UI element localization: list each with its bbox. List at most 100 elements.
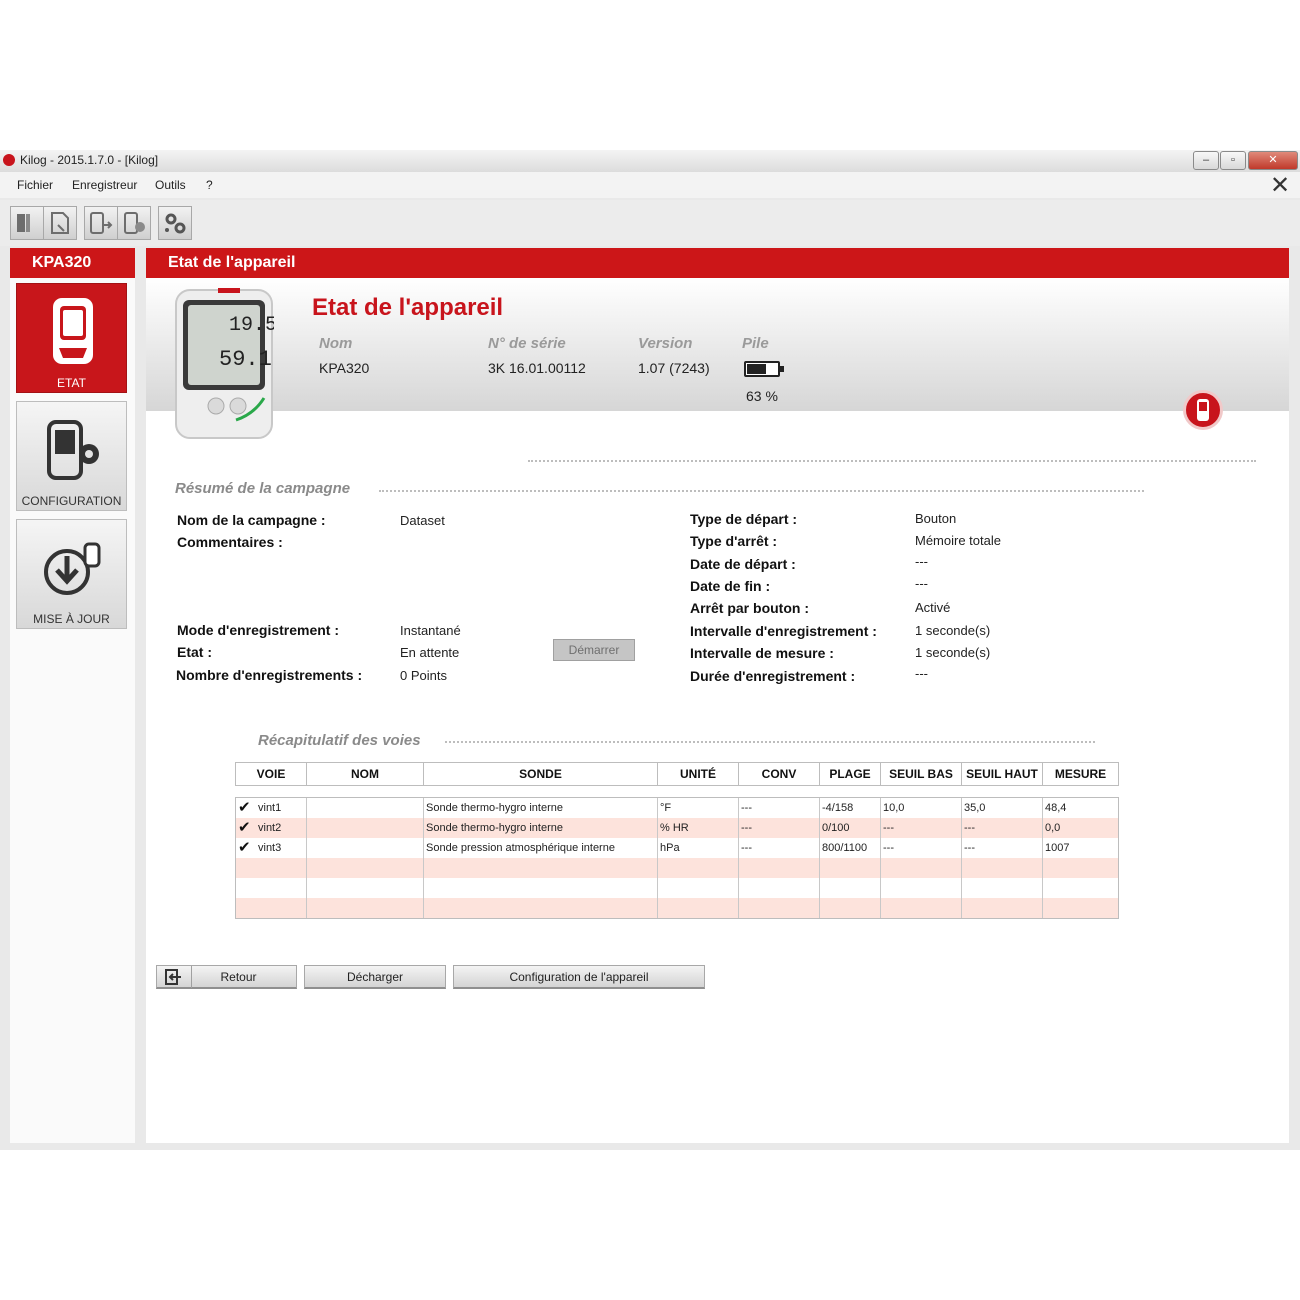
menu-bar: Fichier Enregistreur Outils ?: [0, 172, 1300, 198]
start-date-value: ---: [915, 554, 928, 569]
campaign-name-label: Nom de la campagne :: [177, 512, 326, 528]
table-row[interactable]: ✔ vint2 Sonde thermo-hygro interne % HR -…: [236, 818, 1118, 838]
col-unite[interactable]: UNITÉ: [658, 763, 739, 785]
sidebar-item-configuration[interactable]: CONFIGURATION: [16, 401, 127, 511]
display-top-value: 19.5: [229, 314, 274, 337]
gears-icon: [165, 213, 186, 234]
device-transfer-icon: [90, 212, 113, 234]
cell-plage: -4/158: [820, 798, 881, 818]
toolbar-device-write-button[interactable]: [117, 206, 151, 240]
menu-enregistreur[interactable]: Enregistreur: [72, 178, 137, 192]
decharger-button[interactable]: Décharger: [304, 965, 446, 989]
col-seuil-haut[interactable]: SEUIL HAUT: [962, 763, 1043, 785]
cell-sonde: Sonde thermo-hygro interne: [424, 798, 658, 818]
measure-interval-label: Intervalle de mesure :: [690, 645, 834, 661]
campaign-title: Résumé de la campagne: [175, 480, 351, 497]
device-settings-icon: [124, 212, 145, 234]
cell-nom: [307, 818, 424, 838]
pile-value: 63 %: [746, 388, 778, 404]
duration-value: ---: [915, 666, 928, 681]
sidebar: KPA320 ETAT CONFIGURATION MISE À JOUR: [10, 248, 135, 1143]
cell-unite: hPa: [658, 838, 739, 858]
cell-voie: ✔ vint1: [236, 798, 307, 818]
version-value: 1.07 (7243): [638, 360, 710, 376]
checkmark-icon[interactable]: ✔: [238, 799, 251, 817]
document-icon: [51, 212, 69, 234]
sidebar-item-etat[interactable]: ETAT: [16, 283, 127, 393]
menu-outils[interactable]: Outils: [155, 178, 186, 192]
device-config-button[interactable]: Configuration de l'appareil: [453, 965, 705, 989]
button-stop-label: Arrêt par bouton :: [690, 600, 809, 616]
col-plage[interactable]: PLAGE: [820, 763, 881, 785]
record-interval-value: 1 seconde(s): [915, 623, 991, 638]
display-bottom-value: 59.1: [219, 347, 272, 372]
col-mesure[interactable]: MESURE: [1043, 763, 1118, 785]
cell-mesure: 0,0: [1045, 822, 1061, 834]
cell-unite: % HR: [658, 818, 739, 838]
retour-button[interactable]: Retour: [156, 965, 297, 989]
sidebar-item-label: ETAT: [57, 376, 86, 390]
cell-seuil-bas: 10,0: [881, 798, 962, 818]
toolbar-export-button[interactable]: [43, 206, 77, 240]
cell-unite: °F: [658, 798, 739, 818]
col-sonde[interactable]: SONDE: [424, 763, 658, 785]
cell-nom: [307, 798, 424, 818]
nom-label: Nom: [319, 335, 353, 352]
device-gear-icon: [47, 420, 99, 480]
start-type-label: Type de départ :: [690, 511, 798, 527]
close-window-button[interactable]: ✕: [1248, 151, 1298, 170]
cell-nom: [307, 838, 424, 858]
app-window: Kilog - 2015.1.7.0 - [Kilog] – ▫ ✕ Fichi…: [0, 150, 1300, 1150]
channels-table-header: VOIE NOM SONDE UNITÉ CONV PLAGE SEUIL BA…: [235, 762, 1119, 786]
col-voie[interactable]: VOIE: [236, 763, 307, 785]
record-interval-label: Intervalle d'enregistrement :: [690, 623, 877, 639]
start-date-label: Date de départ :: [690, 556, 796, 572]
table-row[interactable]: ✔ vint3 Sonde pression atmosphérique inte…: [236, 838, 1118, 858]
col-nom[interactable]: NOM: [307, 763, 424, 785]
main-panel: Etat de l'appareil 19.5 59.1 Etat de l'a…: [146, 248, 1289, 1143]
col-seuil-bas[interactable]: SEUIL BAS: [881, 763, 962, 785]
cell-seuil-haut: 35,0: [962, 798, 1043, 818]
empty-row: [236, 878, 1118, 898]
cell-seuil-bas: ---: [881, 818, 962, 838]
etat-label: Etat :: [177, 644, 212, 660]
col-conv[interactable]: CONV: [739, 763, 820, 785]
channels-table-body: ✔ vint1 Sonde thermo-hygro interne °F ---…: [235, 797, 1119, 919]
menu-fichier[interactable]: Fichier: [17, 178, 53, 192]
minimize-button[interactable]: –: [1193, 151, 1219, 170]
button-stop-value: Activé: [915, 600, 951, 615]
cell-seuil-haut: ---: [962, 818, 1043, 838]
checkmark-icon[interactable]: ✔: [238, 839, 251, 857]
etat-value: En attente: [400, 645, 460, 660]
toolbar-device-read-button[interactable]: [84, 206, 118, 240]
count-label: Nombre d'enregistrements :: [176, 667, 363, 683]
pile-label: Pile: [742, 335, 769, 352]
sidebar-item-mise-a-jour[interactable]: MISE À JOUR: [16, 519, 127, 629]
cell-seuil-bas: ---: [881, 838, 962, 858]
nom-value: KPA320: [319, 360, 370, 376]
retour-label: Retour: [220, 970, 257, 984]
folder-icon: [17, 214, 30, 232]
table-row[interactable]: ✔ vint1 Sonde thermo-hygro interne °F ---…: [236, 798, 1118, 818]
stop-type-label: Type d'arrêt :: [690, 533, 778, 549]
duration-label: Durée d'enregistrement :: [690, 668, 856, 684]
checkmark-icon[interactable]: ✔: [238, 819, 251, 837]
cell-plage: 0/100: [820, 818, 881, 838]
mode-value: Instantané: [400, 623, 461, 638]
device-image: 19.5 59.1: [175, 288, 274, 439]
mode-label: Mode d'enregistrement :: [177, 622, 340, 638]
cell-seuil-haut: ---: [962, 838, 1043, 858]
maximize-button[interactable]: ▫: [1220, 151, 1246, 170]
cell-conv: ---: [739, 798, 820, 818]
close-icon[interactable]: ✕: [1270, 174, 1290, 198]
serie-value: 3K 16.01.00112: [488, 360, 586, 376]
start-button[interactable]: Démarrer: [553, 639, 635, 661]
toolbar-open-button[interactable]: [10, 206, 44, 240]
toolbar-settings-button[interactable]: [158, 206, 192, 240]
menu-help[interactable]: ?: [206, 178, 213, 192]
cell-sonde: Sonde thermo-hygro interne: [424, 818, 658, 838]
device-status-icon: [1183, 390, 1223, 430]
device-icon: [53, 298, 93, 364]
comments-label: Commentaires :: [177, 534, 283, 550]
empty-row: [236, 858, 1118, 878]
